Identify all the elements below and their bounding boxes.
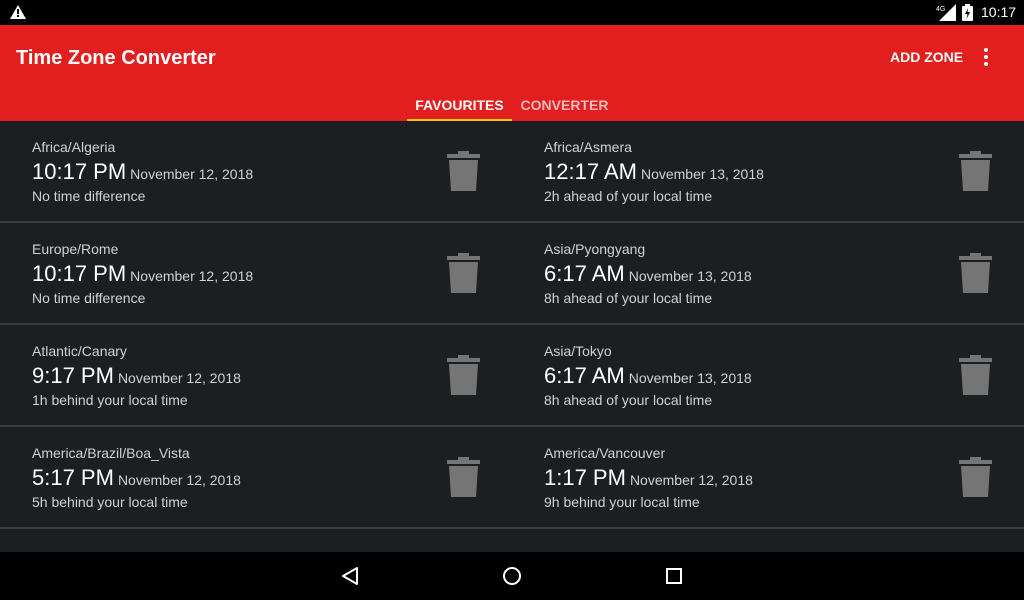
status-clock: 10:17 bbox=[981, 4, 1017, 20]
zone-difference: No time difference bbox=[32, 290, 146, 306]
app-bar: Time Zone Converter ADD ZONE FAVOURITES … bbox=[0, 25, 1024, 121]
zone-card[interactable]: Asia/Tokyo 6:17 AM November 13, 2018 8h a… bbox=[512, 325, 1024, 425]
zone-card[interactable]: Asia/Pyongyang 6:17 AM November 13, 2018 … bbox=[512, 223, 1024, 323]
zone-difference: 5h behind your local time bbox=[32, 494, 188, 510]
signal-icon: 4G bbox=[936, 4, 956, 21]
zone-name: Europe/Rome bbox=[32, 241, 119, 257]
zone-difference: 8h ahead of your local time bbox=[544, 290, 713, 306]
home-icon[interactable] bbox=[500, 564, 524, 588]
zone-date: November 13, 2018 bbox=[640, 166, 764, 182]
table-row: Europe/Rome 10:17 PM November 12, 2018 No… bbox=[0, 223, 1024, 325]
zone-time: 10:17 PM bbox=[32, 159, 127, 184]
trash-icon[interactable] bbox=[959, 253, 992, 293]
zone-name: America/Brazil/Boa_Vista bbox=[32, 445, 190, 461]
zone-name: Africa/Asmera bbox=[544, 139, 632, 155]
add-zone-button[interactable]: ADD ZONE bbox=[878, 43, 975, 71]
zone-date: November 13, 2018 bbox=[628, 370, 752, 386]
zone-date: November 12, 2018 bbox=[629, 472, 753, 488]
zone-difference: 2h ahead of your local time bbox=[544, 188, 713, 204]
status-bar: 4G 10:17 bbox=[0, 0, 1024, 25]
zone-time: 12:17 AM bbox=[544, 159, 637, 184]
tab-converter[interactable]: CONVERTER bbox=[512, 89, 617, 121]
zone-time: 10:17 PM bbox=[32, 261, 127, 286]
zone-difference: 1h behind your local time bbox=[32, 392, 188, 408]
back-icon[interactable] bbox=[338, 564, 362, 588]
zone-date: November 13, 2018 bbox=[628, 268, 752, 284]
zone-time: 6:17 AM bbox=[544, 363, 625, 388]
trash-icon[interactable] bbox=[959, 457, 992, 497]
trash-icon[interactable] bbox=[447, 457, 480, 497]
zone-card[interactable]: Europe/Rome 10:17 PM November 12, 2018 No… bbox=[0, 223, 512, 323]
zone-card[interactable]: Atlantic/Canary 9:17 PM November 12, 2018… bbox=[0, 325, 512, 425]
tab-bar: FAVOURITES CONVERTER bbox=[407, 89, 617, 121]
table-row: Africa/Algeria 10:17 PM November 12, 2018… bbox=[0, 121, 1024, 223]
table-row: Atlantic/Canary 9:17 PM November 12, 2018… bbox=[0, 325, 1024, 427]
zone-card[interactable]: America/Vancouver 1:17 PM November 12, 20… bbox=[512, 427, 1024, 527]
zone-card[interactable]: Africa/Asmera 12:17 AM November 13, 2018 … bbox=[512, 121, 1024, 221]
navigation-bar bbox=[0, 552, 1024, 600]
zone-time: 9:17 PM bbox=[32, 363, 114, 388]
zone-time: 1:17 PM bbox=[544, 465, 626, 490]
more-vert-icon[interactable] bbox=[976, 45, 996, 69]
zone-card[interactable]: Africa/Algeria 10:17 PM November 12, 2018… bbox=[0, 121, 512, 221]
warning-icon bbox=[10, 5, 26, 19]
table-row: America/Brazil/Boa_Vista 5:17 PM November… bbox=[0, 427, 1024, 529]
zone-date: November 12, 2018 bbox=[130, 166, 254, 182]
zone-date: November 12, 2018 bbox=[130, 268, 254, 284]
zone-name: Africa/Algeria bbox=[32, 139, 116, 155]
trash-icon[interactable] bbox=[959, 151, 992, 191]
zone-name: Asia/Pyongyang bbox=[544, 241, 646, 257]
zone-difference: No time difference bbox=[32, 188, 146, 204]
zone-name: Atlantic/Canary bbox=[32, 343, 127, 359]
zone-date: November 12, 2018 bbox=[117, 370, 241, 386]
zone-difference: 8h ahead of your local time bbox=[544, 392, 713, 408]
trash-icon[interactable] bbox=[447, 151, 480, 191]
zone-date: November 12, 2018 bbox=[117, 472, 241, 488]
zone-time: 6:17 AM bbox=[544, 261, 625, 286]
zone-name: America/Vancouver bbox=[544, 445, 666, 461]
recents-icon[interactable] bbox=[662, 564, 686, 588]
zone-difference: 9h behind your local time bbox=[544, 494, 700, 510]
zone-name: Asia/Tokyo bbox=[544, 343, 612, 359]
trash-icon[interactable] bbox=[447, 355, 480, 395]
network-type: 4G bbox=[936, 6, 945, 13]
zone-card[interactable]: America/Brazil/Boa_Vista 5:17 PM November… bbox=[0, 427, 512, 527]
favourites-list: Africa/Algeria 10:17 PM November 12, 2018… bbox=[0, 121, 1024, 552]
battery-icon bbox=[962, 4, 973, 21]
trash-icon[interactable] bbox=[959, 355, 992, 395]
trash-icon[interactable] bbox=[447, 253, 480, 293]
tab-favourites[interactable]: FAVOURITES bbox=[407, 89, 512, 121]
app-title: Time Zone Converter bbox=[16, 47, 216, 69]
zone-time: 5:17 PM bbox=[32, 465, 114, 490]
